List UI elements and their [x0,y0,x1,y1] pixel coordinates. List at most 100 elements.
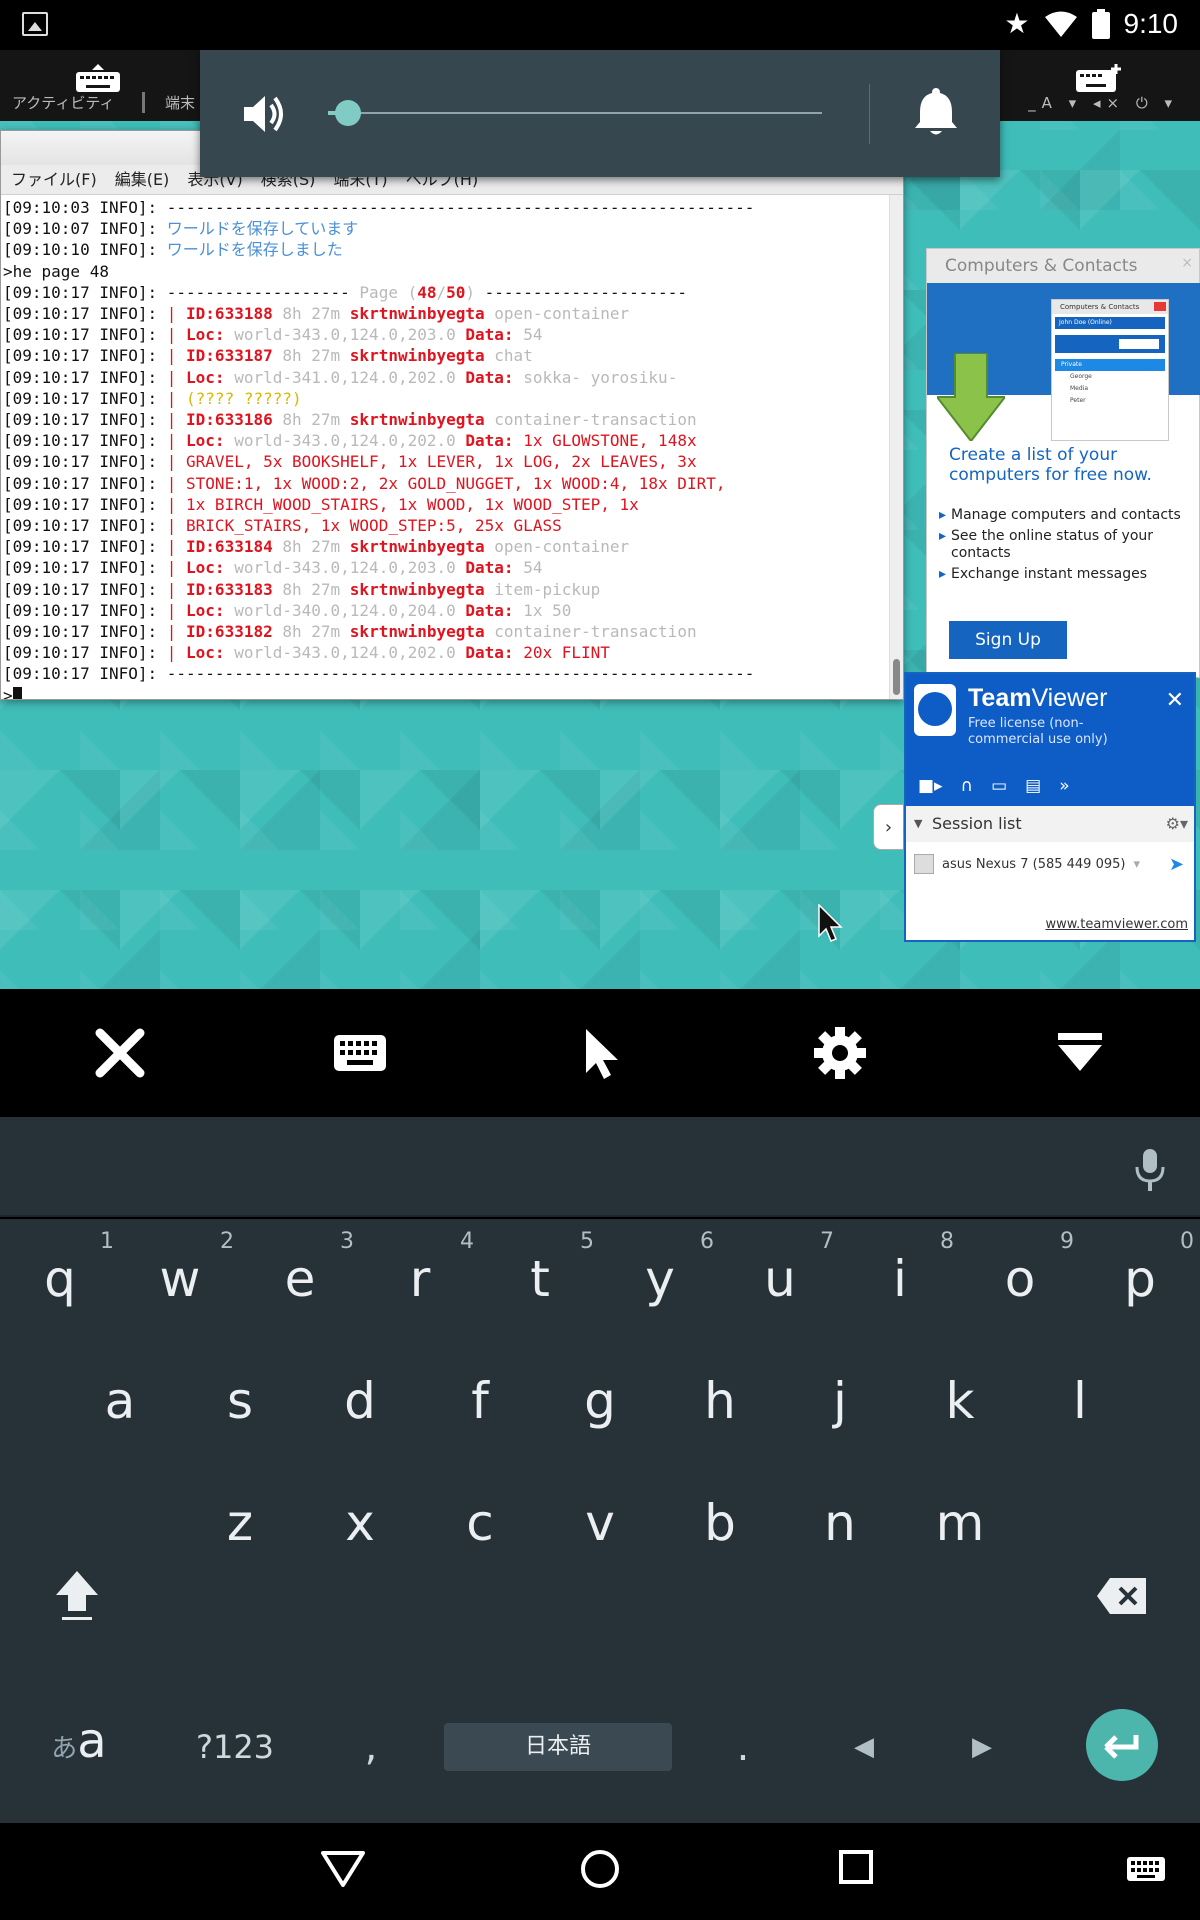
keyboard-icon[interactable] [330,1023,390,1083]
period-key[interactable]: . [728,1717,758,1777]
key-d[interactable]: d [300,1371,420,1431]
terminal-taskbar-item[interactable]: 端末 [142,92,195,113]
keyboard-hide-icon[interactable] [74,64,122,94]
cursor-right-key[interactable]: ▶ [964,1723,1000,1771]
activities-button[interactable]: アクティビティ [12,92,114,113]
device-label: asus Nexus 7 (585 449 095) [942,856,1126,872]
terminal-line: [09:10:10 INFO]: ワールドを保存しました [3,239,887,260]
terminal-scrollbar[interactable] [889,195,903,699]
language-key[interactable]: あa [44,1713,114,1769]
back-icon[interactable] [320,1849,366,1889]
symbols-key[interactable]: ?123 [190,1723,280,1771]
speaker-icon[interactable] [240,90,288,138]
teamviewer-link[interactable]: www.teamviewer.com [1045,917,1188,932]
key-n[interactable]: n [780,1493,900,1553]
chat-icon[interactable]: ▭ [991,776,1007,796]
key-l[interactable]: l [1020,1371,1140,1431]
enter-key[interactable] [1086,1709,1158,1781]
system-tray[interactable]: _A ▾ ◂× ⏻ ▾ [1028,94,1178,112]
language-key-small: あ [51,1734,78,1764]
terminal-output[interactable]: [09:10:03 INFO]: -----------------------… [3,197,887,699]
teamviewer-expand-tab[interactable]: › [873,804,903,850]
recents-icon[interactable] [838,1849,874,1885]
menu-file[interactable]: ファイル(F) [11,165,97,194]
signup-button[interactable]: Sign Up [949,621,1067,659]
volume-knob[interactable] [334,100,361,126]
session-list-header[interactable]: Session list [906,806,1194,842]
ime-suggestion-bar [0,1117,1200,1217]
gear-icon[interactable] [810,1023,870,1083]
mini-search [1055,335,1165,353]
menu-edit[interactable]: 編集(E) [115,165,170,194]
headset-icon[interactable]: ∩ [961,776,973,796]
key-j[interactable]: j [780,1371,900,1431]
key-f[interactable]: f [420,1371,540,1431]
key-x[interactable]: x [300,1493,420,1553]
video-icon[interactable]: ■▸ [918,776,943,796]
key-q[interactable]: q1 [0,1229,120,1309]
key-c[interactable]: c [420,1493,540,1553]
close-icon[interactable] [90,1023,150,1083]
key-u[interactable]: u7 [720,1229,840,1309]
key-z[interactable]: z [180,1493,300,1553]
space-key[interactable]: 日本語 [444,1723,672,1771]
terminal-text: skrtnwinbyegta [349,304,485,324]
more-icon[interactable]: » [1059,776,1069,796]
divider [869,84,870,144]
remote-desktop[interactable]: アクティビティ 端末 _A ▾ ◂× ⏻ ▾ ampli@v157-7-243-… [0,50,1200,989]
session-gear-icon[interactable]: ⚙▾ [1166,814,1188,833]
key-o[interactable]: o9 [960,1229,1080,1309]
mic-icon[interactable] [1132,1147,1168,1193]
key-g[interactable]: g [540,1371,660,1431]
key-label: f [471,1372,489,1430]
backspace-key[interactable] [1096,1577,1148,1615]
terminal-window[interactable]: ampli@v157-7-243-29: /media/ampli/epheme… [0,130,904,700]
terminal-text: ID:633184 [186,537,273,557]
device-dropdown-icon[interactable]: ▾ [1133,857,1140,872]
terminal-text: 8h 27m [272,537,350,557]
teamviewer-name-bold: Team [968,684,1032,712]
terminal-text: world-343.0,124.0,203.0 [224,558,466,578]
key-i[interactable]: i8 [840,1229,960,1309]
key-y[interactable]: y6 [600,1229,720,1309]
key-s[interactable]: s [180,1371,300,1431]
shift-key[interactable] [54,1569,100,1623]
key-p[interactable]: p0 [1080,1229,1200,1309]
session-device[interactable]: asus Nexus 7 (585 449 095) ▾ [914,854,1140,874]
collapse-icon[interactable] [1050,1023,1110,1083]
teamviewer-close-button[interactable]: ✕ [1166,688,1184,713]
bell-icon[interactable] [912,86,960,138]
connect-arrow-icon[interactable]: ➤ [1169,854,1184,875]
key-b[interactable]: b [660,1493,780,1553]
terminal-line: [09:10:17 INFO]: | ID:633184 8h 27m skrt… [3,536,887,557]
key-h[interactable]: h [660,1371,780,1431]
key-k[interactable]: k [900,1371,1020,1431]
terminal-text: open-container [484,304,630,324]
files-icon[interactable]: ▤ [1025,776,1041,796]
cc-panel-title: Computers & Contacts [927,249,1199,283]
key-r[interactable]: r4 [360,1229,480,1309]
image-icon [22,12,48,36]
volume-slider[interactable] [328,100,822,126]
pointer-icon[interactable] [570,1023,630,1083]
cc-close-button[interactable]: × [1181,255,1193,271]
terminal-text: skrtnwinbyegta [349,622,485,642]
scrollbar-thumb[interactable] [893,659,900,695]
terminal-line: [09:10:17 INFO]: | 1x BIRCH_WOOD_STAIRS,… [3,494,887,515]
terminal-line: > [3,685,887,699]
home-icon[interactable] [580,1849,620,1889]
mini-item: Peter [1070,397,1086,404]
key-e[interactable]: e3 [240,1229,360,1309]
terminal-text: world-341.0,124.0,202.0 [224,367,466,387]
terminal-text: [09:10:17 INFO]: [3,346,167,366]
key-hint: 5 [580,1229,594,1254]
key-m[interactable]: m [900,1493,1020,1553]
keyboard-switch-icon[interactable] [1126,1855,1166,1883]
key-a[interactable]: a [60,1371,180,1431]
comma-key[interactable]: , [356,1717,386,1777]
key-w[interactable]: w2 [120,1229,240,1309]
key-v[interactable]: v [540,1493,660,1553]
keyboard-add-icon[interactable] [1074,64,1122,94]
cursor-left-key[interactable]: ◀ [846,1723,882,1771]
key-t[interactable]: t5 [480,1229,600,1309]
